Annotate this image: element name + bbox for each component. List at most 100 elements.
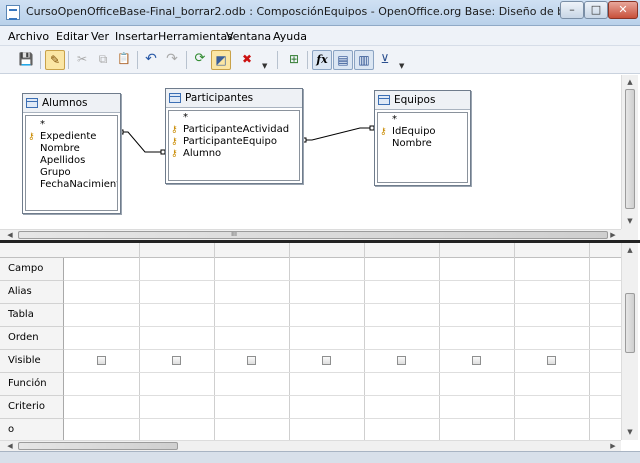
toolbar-separator: [40, 51, 41, 69]
redo-icon: ↷: [166, 51, 178, 67]
functions-button[interactable]: fx: [312, 50, 332, 70]
grid-vertical-scrollbar[interactable]: ▲ ▼: [621, 243, 638, 440]
scroll-left-arrow-icon[interactable]: ◀: [6, 230, 14, 240]
edit-mode-button[interactable]: ✎: [45, 50, 65, 70]
scrollbar-thumb[interactable]: [18, 231, 608, 239]
table-icon: [169, 93, 181, 103]
visible-checkbox[interactable]: [97, 356, 106, 365]
field-item[interactable]: Nombre: [392, 138, 432, 150]
clear-query-button[interactable]: ✖: [237, 50, 257, 70]
scroll-down-arrow-icon[interactable]: ▼: [626, 427, 634, 437]
toolbar-separator: [186, 51, 187, 69]
table-window-header[interactable]: Equipos: [375, 91, 470, 110]
menu-ver[interactable]: Ver: [91, 30, 109, 43]
visible-checkbox[interactable]: [247, 356, 256, 365]
visible-checkbox[interactable]: [172, 356, 181, 365]
table-area-horizontal-scrollbar[interactable]: ◀ ııı ▶: [0, 229, 621, 240]
field-list[interactable]: * ⚷ ParticipanteActividad ⚷ Participante…: [168, 110, 300, 181]
scrollbar-thumb[interactable]: [625, 89, 635, 209]
query-design-grid[interactable]: Campo Alias Tabla Orden Visible Función …: [0, 243, 621, 440]
distinct-values-button[interactable]: ⊻: [375, 50, 395, 70]
table-window-equipos[interactable]: Equipos * ⚷ IdEquipo Nombre: [374, 90, 471, 186]
redo-button[interactable]: ↷: [162, 50, 182, 70]
grid-column-divider: [439, 243, 440, 440]
run-query-button[interactable]: ⟳: [190, 50, 210, 70]
field-item[interactable]: Apellidos: [40, 155, 85, 167]
table-window-title: Equipos: [394, 94, 436, 106]
menu-archivo[interactable]: Archivo: [8, 30, 49, 43]
menu-herramientas[interactable]: Herramientas: [158, 30, 233, 43]
field-item[interactable]: ParticipanteActividad: [183, 124, 289, 136]
field-item[interactable]: FechaNacimiento: [40, 179, 117, 191]
table-window-header[interactable]: Participantes: [166, 89, 302, 108]
window-title: CursoOpenOfficeBase-Final_borrar2.odb : …: [26, 5, 612, 18]
minimize-button[interactable]: –: [560, 1, 584, 19]
table-design-area[interactable]: Alumnos * ⚷ Expediente Nombre Apellidos …: [0, 75, 621, 229]
table-window-alumnos[interactable]: Alumnos * ⚷ Expediente Nombre Apellidos …: [22, 93, 121, 214]
table-area-vertical-scrollbar[interactable]: ▲ ▼: [621, 75, 638, 229]
table-name-button[interactable]: ▤: [333, 50, 353, 70]
toolbar-separator: [137, 51, 138, 69]
add-tables-button[interactable]: ⊞: [284, 50, 304, 70]
scroll-right-arrow-icon[interactable]: ▶: [609, 441, 617, 451]
scroll-down-arrow-icon[interactable]: ▼: [626, 216, 634, 226]
alias-button[interactable]: ▥: [354, 50, 374, 70]
visible-checkbox[interactable]: [472, 356, 481, 365]
design-view-button[interactable]: ◩: [211, 50, 231, 70]
scrollbar-thumb[interactable]: [625, 293, 635, 353]
menu-bar: Archivo Editar Ver Insertar Herramientas…: [0, 26, 640, 46]
scrollbar-thumb[interactable]: [18, 442, 178, 450]
field-item[interactable]: *: [392, 114, 397, 126]
toolbar: 💾 ✎ ✂ ⧉ 📋 ↶ ↷ ⟳ ◩ ✖ ▼ ⊞ fx ▤ ▥ ⊻ ▼: [0, 46, 640, 74]
menu-editar[interactable]: Editar: [56, 30, 89, 43]
grid-row-label-tabla: Tabla: [0, 304, 64, 327]
chevron-down-icon[interactable]: ▼: [262, 62, 270, 72]
maximize-button[interactable]: □: [584, 1, 608, 19]
grid-row-label-o: o: [0, 419, 64, 440]
save-icon: 💾: [18, 52, 34, 66]
paste-button[interactable]: 📋: [114, 50, 134, 70]
grid-row-label-funcion: Función: [0, 373, 64, 396]
openoffice-base-icon: [6, 5, 20, 20]
table-icon: [26, 98, 38, 108]
copy-icon: ⧉: [98, 52, 108, 66]
scroll-right-arrow-icon[interactable]: ▶: [609, 230, 617, 240]
cut-button[interactable]: ✂: [72, 50, 92, 70]
field-item[interactable]: Alumno: [183, 148, 221, 160]
field-list[interactable]: * ⚷ Expediente Nombre Apellidos Grupo Fe…: [25, 115, 118, 211]
field-item[interactable]: IdEquipo: [392, 126, 436, 138]
grid-row-divider: [64, 326, 621, 327]
grid-row-divider: [64, 349, 621, 350]
grid-column-divider: [139, 243, 140, 440]
scroll-left-arrow-icon[interactable]: ◀: [6, 441, 14, 451]
close-button[interactable]: ✕: [608, 1, 638, 19]
field-item[interactable]: *: [40, 119, 45, 131]
field-item[interactable]: Nombre: [40, 143, 80, 155]
grid-row-divider: [64, 418, 621, 419]
table-window-header[interactable]: Alumnos: [23, 94, 120, 113]
copy-button[interactable]: ⧉: [93, 50, 113, 70]
grid-row-label-campo: Campo: [0, 258, 64, 281]
grid-horizontal-scrollbar[interactable]: ◀ ▶: [0, 440, 621, 451]
visible-checkbox[interactable]: [322, 356, 331, 365]
menu-ventana[interactable]: Ventana: [226, 30, 271, 43]
save-button[interactable]: 💾: [16, 50, 36, 70]
menu-insertar[interactable]: Insertar: [115, 30, 158, 43]
menu-ayuda[interactable]: Ayuda: [273, 30, 307, 43]
visible-checkbox[interactable]: [547, 356, 556, 365]
undo-button[interactable]: ↶: [141, 50, 161, 70]
relation-line-alumnos-participantes: [119, 131, 165, 153]
table-window-participantes[interactable]: Participantes * ⚷ ParticipanteActividad …: [165, 88, 303, 184]
field-item[interactable]: Expediente: [40, 131, 96, 143]
visible-checkbox[interactable]: [397, 356, 406, 365]
scroll-up-arrow-icon[interactable]: ▲: [626, 77, 634, 87]
field-list[interactable]: * ⚷ IdEquipo Nombre: [377, 112, 468, 183]
field-item[interactable]: *: [183, 112, 188, 124]
field-item[interactable]: Grupo: [40, 167, 71, 179]
chevron-down-icon[interactable]: ▼: [399, 62, 407, 72]
scroll-up-arrow-icon[interactable]: ▲: [626, 245, 634, 255]
design-view-icon: ◩: [215, 53, 227, 67]
field-item[interactable]: ParticipanteEquipo: [183, 136, 277, 148]
grid-column-divider: [589, 243, 590, 440]
grid-column-divider: [214, 243, 215, 440]
